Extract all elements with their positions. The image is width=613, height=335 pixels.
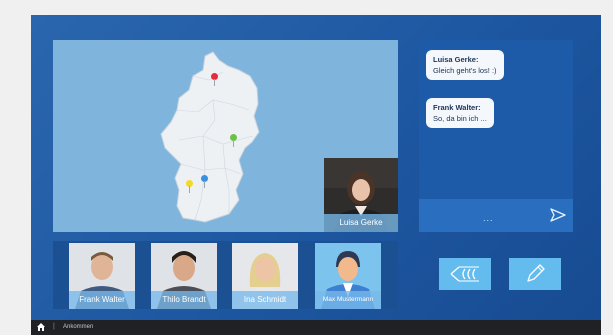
back-button[interactable] (439, 258, 491, 290)
participant-strip: Frank Walter Thilo Brandt Ina Schmidt Ma… (53, 241, 398, 309)
map-pin-green[interactable] (230, 134, 237, 147)
map-pin-yellow[interactable] (186, 180, 193, 193)
edit-button[interactable] (509, 258, 561, 290)
conference-app: Luisa Gerke Luisa Gerke: Gleich geht's l… (31, 15, 601, 335)
chat-input-placeholder[interactable]: ... (483, 213, 494, 223)
breadcrumb[interactable]: Ankommen (63, 324, 93, 330)
home-icon[interactable] (36, 322, 46, 332)
map-pin-blue[interactable] (201, 175, 208, 188)
pencil-icon (527, 264, 545, 282)
participant-tile[interactable]: Frank Walter (69, 243, 135, 309)
send-arrow-icon[interactable] (549, 206, 567, 224)
chat-message-text: Gleich geht's los! :) (433, 66, 497, 75)
chat-message: Frank Walter: So, da bin ich ... (426, 98, 494, 128)
participant-name-tag: Max Mustermann (315, 291, 381, 309)
chat-message-sender: Luisa Gerke: (433, 55, 479, 64)
breadcrumb-separator: | (53, 323, 55, 330)
chat-input-bar[interactable]: ... (419, 199, 573, 232)
participant-tile[interactable]: Ina Schmidt (232, 243, 298, 309)
presenter-video[interactable]: Luisa Gerke (324, 158, 398, 232)
map-pin-red[interactable] (211, 73, 218, 86)
footer-bar: | Ankommen (31, 320, 601, 335)
participant-tile[interactable]: Thilo Brandt (151, 243, 217, 309)
chat-message-text: So, da bin ich ... (433, 114, 487, 123)
chat-panel: Luisa Gerke: Gleich geht's los! :) Frank… (419, 40, 573, 232)
chat-message: Luisa Gerke: Gleich geht's los! :) (426, 50, 504, 80)
presenter-name-tag: Luisa Gerke (324, 214, 398, 232)
participant-name-tag: Thilo Brandt (151, 291, 217, 309)
participant-name-tag: Ina Schmidt (232, 291, 298, 309)
back-arrows-icon (450, 266, 479, 282)
participant-tile[interactable]: Max Mustermann (315, 243, 381, 309)
chat-message-sender: Frank Walter: (433, 103, 481, 112)
map-panel: Luisa Gerke (53, 40, 398, 232)
participant-name-tag: Frank Walter (69, 291, 135, 309)
